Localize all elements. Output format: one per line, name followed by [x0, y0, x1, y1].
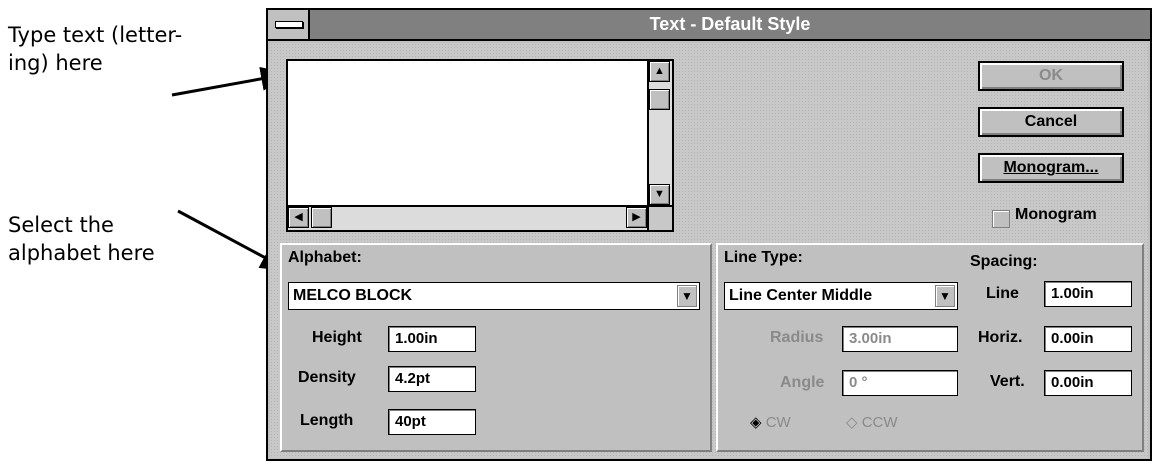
horizontal-scrollbar[interactable]: ◀ ▶	[288, 205, 647, 230]
spacing-vert-label: Vert.	[990, 373, 1025, 390]
title-bar[interactable]: Text - Default Style	[268, 10, 1150, 41]
vertical-scroll-thumb[interactable]	[649, 89, 670, 110]
spacing-line-field[interactable]: 1.00in	[1044, 281, 1132, 307]
horizontal-scroll-thumb[interactable]	[311, 207, 332, 228]
angle-field[interactable]: 0 °	[842, 370, 958, 396]
scroll-down-arrow-icon[interactable]: ▼	[649, 184, 670, 205]
height-label: Height	[312, 329, 362, 346]
dropdown-arrow-icon[interactable]: ▼	[677, 285, 697, 307]
dialog-title: Text - Default Style	[649, 14, 811, 34]
system-menu-icon[interactable]	[268, 10, 310, 39]
line-type-label: Line Type:	[724, 249, 803, 266]
line-type-selected-value: Line Center Middle	[729, 287, 873, 304]
text-style-dialog: Text - Default Style ▲ ▼ ◀ ▶ OK Cancel M…	[266, 8, 1152, 461]
spacing-line-label: Line	[986, 285, 1019, 302]
monogram-button[interactable]: Monogram...	[978, 153, 1124, 183]
length-label: Length	[300, 412, 354, 429]
line-type-dropdown-arrow-icon[interactable]: ▼	[935, 285, 955, 307]
density-field[interactable]: 4.2pt	[388, 366, 476, 392]
cw-radio[interactable]: ◈ CW	[750, 413, 791, 431]
spacing-vert-field[interactable]: 0.00in	[1044, 370, 1132, 396]
scroll-left-arrow-icon[interactable]: ◀	[288, 207, 309, 228]
spacing-horiz-label: Horiz.	[978, 329, 1023, 346]
ccw-radio[interactable]: ◇ CCW	[846, 413, 898, 431]
ccw-radio-label: CCW	[861, 414, 898, 431]
line-type-dropdown[interactable]: Line Center Middle ▼	[724, 282, 958, 310]
ccw-radio-indicator: ◇	[846, 414, 858, 431]
lettering-text-area[interactable]: ▲ ▼ ◀ ▶	[286, 59, 674, 232]
density-label: Density	[298, 369, 356, 386]
spacing-horiz-field[interactable]: 0.00in	[1044, 326, 1132, 352]
spacing-label: Spacing:	[970, 253, 1038, 270]
height-field[interactable]: 1.00in	[388, 326, 476, 352]
dialog-client-area: ▲ ▼ ◀ ▶ OK Cancel Monogram... Monogram A…	[270, 43, 1148, 458]
line-type-group: Line Type: Spacing: Line Center Middle ▼…	[716, 243, 1144, 452]
cw-radio-label: CW	[765, 414, 791, 431]
monogram-checkbox[interactable]	[992, 210, 1010, 228]
scroll-up-arrow-icon[interactable]: ▲	[649, 61, 670, 82]
ok-button[interactable]: OK	[978, 61, 1124, 91]
vertical-scrollbar[interactable]: ▲ ▼	[647, 61, 672, 205]
monogram-button-label: Monogram...	[1003, 159, 1099, 176]
scroll-right-arrow-icon[interactable]: ▶	[626, 207, 647, 228]
length-field[interactable]: 40pt	[388, 409, 476, 435]
radius-field[interactable]: 3.00in	[842, 326, 958, 352]
alphabet-label: Alphabet:	[288, 249, 362, 266]
alphabet-selected-value: MELCO BLOCK	[293, 287, 413, 304]
alphabet-dropdown[interactable]: MELCO BLOCK ▼	[288, 282, 700, 310]
angle-label: Angle	[780, 374, 825, 391]
cancel-button[interactable]: Cancel	[978, 107, 1124, 137]
radius-label: Radius	[770, 329, 824, 346]
monogram-checkbox-label: Monogram	[1015, 206, 1097, 223]
alphabet-group: Alphabet: MELCO BLOCK ▼ Height 1.00in De…	[280, 243, 712, 452]
scrollbar-corner	[647, 205, 672, 230]
cw-radio-indicator: ◈	[750, 414, 762, 431]
